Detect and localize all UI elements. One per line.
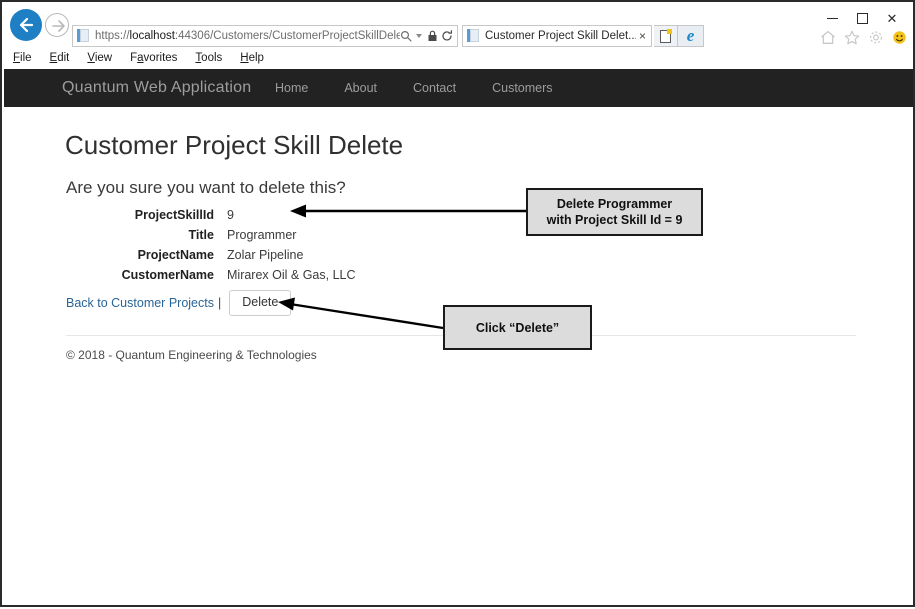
page-content: Customer Project Skill Delete Are you su… bbox=[4, 107, 913, 605]
window-controls: ✕ bbox=[817, 8, 907, 28]
delete-button[interactable]: Delete bbox=[229, 290, 292, 316]
nav-link-contact[interactable]: Contact bbox=[395, 81, 474, 96]
detail-value: Programmer bbox=[227, 228, 297, 242]
confirmation-prompt: Are you sure you want to delete this? bbox=[66, 178, 346, 197]
menu-item-edit[interactable]: Edit bbox=[41, 52, 79, 65]
detail-label: ProjectSkillId bbox=[134, 208, 214, 222]
close-icon[interactable]: × bbox=[639, 30, 646, 42]
menu-item-favorites[interactable]: Favorites bbox=[121, 52, 186, 65]
address-bar-icons bbox=[400, 30, 453, 42]
nav-link-customers[interactable]: Customers bbox=[474, 81, 570, 96]
new-tab-button[interactable] bbox=[654, 25, 678, 47]
detail-row-projectname: ProjectName Zolar Pipeline bbox=[66, 247, 396, 264]
site-brand[interactable]: Quantum Web Application bbox=[62, 78, 251, 98]
page-title: Customer Project Skill Delete bbox=[65, 130, 404, 160]
gear-icon[interactable] bbox=[868, 30, 884, 45]
forward-arrow-icon bbox=[52, 20, 65, 32]
detail-value: 9 bbox=[227, 208, 234, 222]
detail-value: Zolar Pipeline bbox=[227, 248, 304, 262]
detail-label: ProjectName bbox=[137, 248, 214, 262]
chevron-down-icon[interactable] bbox=[416, 34, 422, 38]
site-navbar: Quantum Web Application Home About Conta… bbox=[4, 69, 913, 107]
lock-icon[interactable] bbox=[427, 30, 438, 42]
action-row: Back to Customer Projects | Delete bbox=[66, 290, 292, 316]
menu-item-file[interactable]: File bbox=[4, 52, 41, 65]
record-details-list: ProjectSkillId 9 Title Programmer Projec… bbox=[66, 207, 396, 287]
back-arrow-icon bbox=[19, 17, 34, 33]
title-bar: https://localhost:44306/Customers/Custom… bbox=[4, 4, 913, 47]
detail-label: CustomerName bbox=[121, 268, 214, 282]
annotation-delete-programmer: Delete Programmer with Project Skill Id … bbox=[526, 188, 703, 236]
home-icon[interactable] bbox=[820, 30, 836, 45]
menu-bar: File Edit View Favorites Tools Help bbox=[4, 48, 913, 70]
detail-value: Mirarex Oil & Gas, LLC bbox=[227, 268, 356, 282]
refresh-icon[interactable] bbox=[441, 30, 453, 42]
smiley-feedback-icon[interactable] bbox=[892, 30, 907, 45]
annotation-line-1: Click “Delete” bbox=[475, 320, 560, 335]
command-bar-icons bbox=[820, 30, 907, 45]
tab-favicon-icon bbox=[467, 29, 480, 43]
browser-chrome: https://localhost:44306/Customers/Custom… bbox=[4, 4, 913, 70]
action-separator: | bbox=[217, 295, 222, 310]
ie-logo-icon: e bbox=[678, 25, 704, 47]
address-bar[interactable]: https://localhost:44306/Customers/Custom… bbox=[72, 25, 458, 47]
back-button[interactable] bbox=[10, 9, 42, 41]
address-host: localhost bbox=[129, 30, 175, 42]
menu-item-help[interactable]: Help bbox=[231, 52, 273, 65]
address-bar-url: https://localhost:44306/Customers/Custom… bbox=[95, 30, 400, 42]
detail-row-title: Title Programmer bbox=[66, 227, 396, 244]
menu-item-view[interactable]: View bbox=[78, 52, 121, 65]
detail-row-customername: CustomerName Mirarex Oil & Gas, LLC bbox=[66, 267, 396, 284]
close-window-button[interactable]: ✕ bbox=[877, 8, 907, 28]
nav-link-home[interactable]: Home bbox=[257, 81, 326, 96]
favorites-star-icon[interactable] bbox=[844, 30, 860, 45]
menu-item-tools[interactable]: Tools bbox=[186, 52, 231, 65]
annotation-line-2: with Project Skill Id = 9 bbox=[546, 213, 683, 227]
page-favicon-icon bbox=[77, 29, 90, 43]
page-footer: © 2018 - Quantum Engineering & Technolog… bbox=[66, 348, 317, 362]
search-icon[interactable] bbox=[400, 30, 412, 42]
new-tab-badge-icon bbox=[667, 29, 672, 34]
back-to-customer-projects-link[interactable]: Back to Customer Projects bbox=[66, 295, 214, 312]
browser-tab[interactable]: Customer Project Skill Delet... × bbox=[462, 25, 652, 47]
maximize-button[interactable] bbox=[847, 8, 877, 28]
detail-label: Title bbox=[188, 228, 214, 242]
site-nav-links: Home About Contact Customers bbox=[257, 81, 571, 96]
detail-row-projectskillid: ProjectSkillId 9 bbox=[66, 207, 396, 224]
tab-title: Customer Project Skill Delet... bbox=[485, 30, 636, 42]
nav-link-about[interactable]: About bbox=[326, 81, 395, 96]
annotation-line-1: Delete Programmer bbox=[556, 197, 673, 211]
annotation-click-delete: Click “Delete” bbox=[443, 305, 592, 350]
forward-button[interactable] bbox=[45, 13, 69, 37]
browser-window: https://localhost:44306/Customers/Custom… bbox=[0, 0, 915, 607]
minimize-button[interactable] bbox=[817, 8, 847, 28]
